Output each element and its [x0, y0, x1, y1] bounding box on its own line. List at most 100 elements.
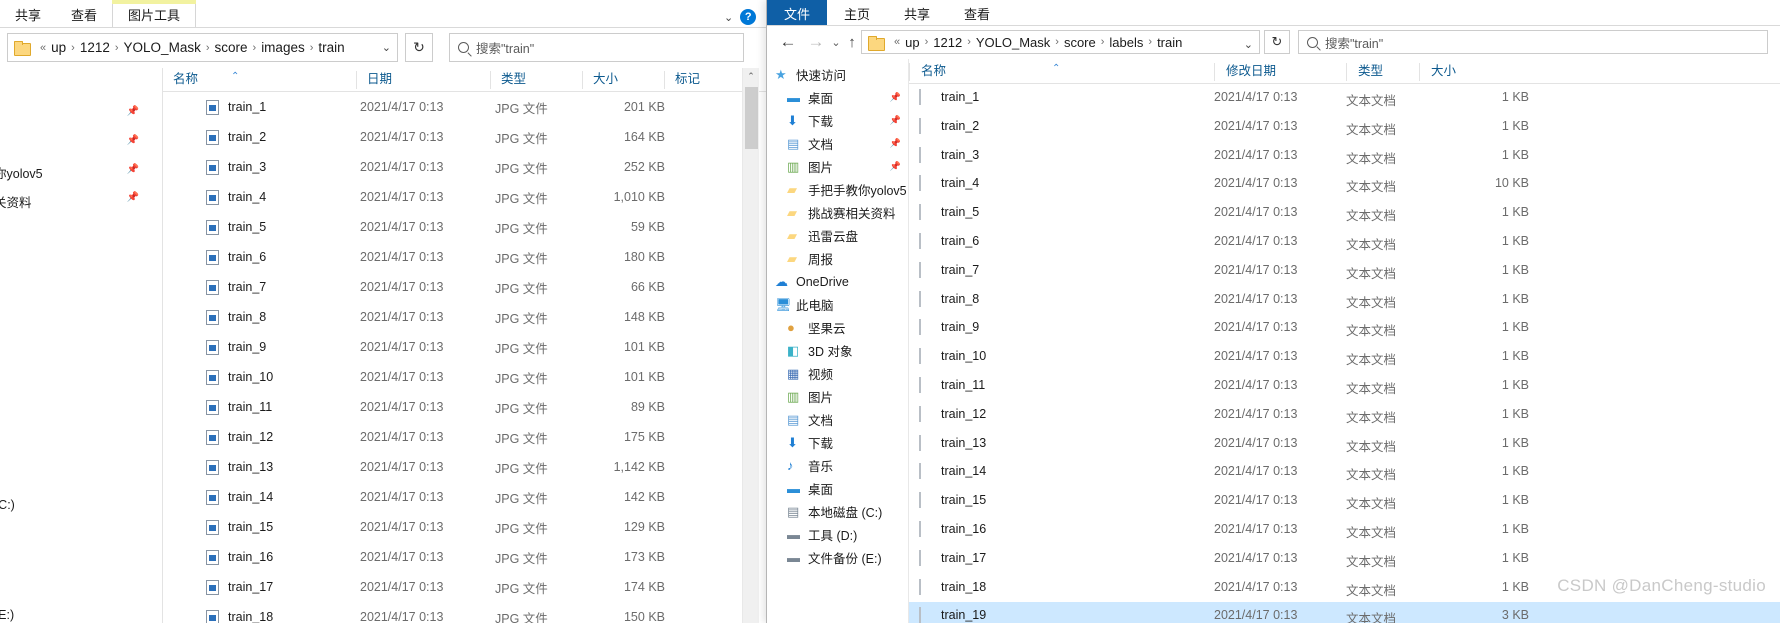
sidebar-item-下载[interactable]: ⬇ 下载	[767, 433, 908, 452]
breadcrumb-yolo-mask[interactable]: YOLO_Mask	[124, 40, 201, 55]
table-row[interactable]: train_8 2021/4/17 0:13 文本文档 1 KB	[909, 286, 1780, 315]
table-row[interactable]: train_2 2021/4/17 0:13 文本文档 1 KB	[909, 113, 1780, 142]
table-row[interactable]: train_1 2021/4/17 0:13 JPG 文件 201 KB	[162, 92, 742, 122]
table-row[interactable]: train_15 2021/4/17 0:13 文本文档 1 KB	[909, 487, 1780, 516]
breadcrumb-train[interactable]: train	[318, 40, 344, 55]
table-row[interactable]: train_16 2021/4/17 0:13 JPG 文件 173 KB	[162, 542, 742, 572]
table-row[interactable]: train_5 2021/4/17 0:13 JPG 文件 59 KB	[162, 212, 742, 242]
sidebar-item-3D 对象[interactable]: ◧ 3D 对象	[767, 341, 908, 360]
breadcrumb-1212[interactable]: 1212	[80, 40, 110, 55]
breadcrumb-labels[interactable]: labels	[1109, 35, 1143, 50]
table-row[interactable]: train_12 2021/4/17 0:13 文本文档 1 KB	[909, 401, 1780, 430]
table-row[interactable]: train_3 2021/4/17 0:13 JPG 文件 252 KB	[162, 152, 742, 182]
table-row[interactable]: train_16 2021/4/17 0:13 文本文档 1 KB	[909, 516, 1780, 545]
table-row[interactable]: train_11 2021/4/17 0:13 JPG 文件 89 KB	[162, 392, 742, 422]
sidebar-item-图片[interactable]: ▥ 图片 📌	[767, 157, 908, 176]
left-column-header-1[interactable]: 日期	[356, 71, 490, 89]
table-row[interactable]: train_14 2021/4/17 0:13 JPG 文件 142 KB	[162, 482, 742, 512]
pin-icon[interactable]: 📌	[127, 135, 139, 146]
right-column-header-2[interactable]: 类型	[1346, 63, 1419, 81]
table-row[interactable]: train_6 2021/4/17 0:13 JPG 文件 180 KB	[162, 242, 742, 272]
sidebar-item-此电脑[interactable]: 🖥 此电脑	[767, 295, 908, 314]
sidebar-item-本地磁盘 (C:)[interactable]: ▤ 本地磁盘 (C:)	[767, 502, 908, 521]
breadcrumb-1212[interactable]: 1212	[933, 35, 962, 50]
sidebar-item-快速访问[interactable]: ★ 快速访问	[767, 65, 908, 84]
left-scrollbar[interactable]: ⌃	[742, 68, 759, 623]
pin-icon[interactable]: 📌	[127, 192, 139, 203]
left-column-header-2[interactable]: 类型	[490, 71, 582, 89]
table-row[interactable]: train_10 2021/4/17 0:13 JPG 文件 101 KB	[162, 362, 742, 392]
left-address-box[interactable]: « up › 1212 › YOLO_Mask › score › images…	[7, 33, 398, 62]
scrollbar-thumb[interactable]	[745, 87, 758, 149]
left-column-header-0[interactable]: 名称 ⌃	[162, 71, 356, 89]
breadcrumb-up[interactable]: up	[905, 35, 919, 50]
table-row[interactable]: train_9 2021/4/17 0:13 JPG 文件 101 KB	[162, 332, 742, 362]
tab-file[interactable]: 文件	[767, 0, 828, 26]
left-sidebar-item-3[interactable]: (E:)	[0, 608, 14, 622]
tab-picture-tools[interactable]: 图片工具	[112, 0, 197, 28]
breadcrumb-yolo-mask[interactable]: YOLO_Mask	[976, 35, 1050, 50]
right-file-list[interactable]: train_1 2021/4/17 0:13 文本文档 1 KB train_2 2021…	[909, 84, 1780, 623]
table-row[interactable]: train_9 2021/4/17 0:13 文本文档 1 KB	[909, 314, 1780, 343]
table-row[interactable]: train_17 2021/4/17 0:13 JPG 文件 174 KB	[162, 572, 742, 602]
back-button[interactable]: ←	[777, 31, 799, 53]
pin-icon[interactable]: 📌	[127, 106, 139, 117]
left-column-header-3[interactable]: 大小	[582, 71, 664, 89]
tab-view[interactable]: 查看	[947, 0, 1007, 26]
sidebar-item-图片[interactable]: ▥ 图片	[767, 387, 908, 406]
sidebar-item-工具 (D:)[interactable]: ▬ 工具 (D:)	[767, 525, 908, 544]
table-row[interactable]: train_1 2021/4/17 0:13 文本文档 1 KB	[909, 84, 1780, 113]
sidebar-item-文档[interactable]: ▤ 文档	[767, 410, 908, 429]
sidebar-item-下载[interactable]: ⬇ 下载 📌	[767, 111, 908, 130]
tab-home[interactable]: 主页	[827, 0, 887, 26]
table-row[interactable]: train_11 2021/4/17 0:13 文本文档 1 KB	[909, 372, 1780, 401]
sidebar-item-桌面[interactable]: ▬ 桌面 📌	[767, 88, 908, 107]
sidebar-item-文档[interactable]: ▤ 文档 📌	[767, 134, 908, 153]
left-sidebar-item-2[interactable]: (C:)	[0, 498, 15, 512]
sidebar-item-挑战赛相关资料[interactable]: ▰ 挑战赛相关资料	[767, 203, 908, 222]
pin-icon[interactable]: 📌	[890, 115, 901, 126]
chevron-down-icon[interactable]: ⌄	[1244, 31, 1253, 58]
sidebar-item-迅雷云盘[interactable]: ▰ 迅雷云盘	[767, 226, 908, 245]
tab-share[interactable]: 共享	[887, 0, 947, 26]
left-sidebar-item-0[interactable]: 你yolov5	[0, 163, 43, 182]
sidebar-item-桌面[interactable]: ▬ 桌面	[767, 479, 908, 498]
sidebar-item-坚果云[interactable]: ● 坚果云	[767, 318, 908, 337]
chevron-down-icon[interactable]: ⌄	[382, 34, 391, 61]
table-row[interactable]: train_19 2021/4/17 0:13 文本文档 3 KB	[909, 602, 1780, 623]
right-column-header-1[interactable]: 修改日期	[1214, 63, 1346, 81]
refresh-button[interactable]: ↻	[1264, 30, 1290, 54]
breadcrumb-train[interactable]: train	[1157, 35, 1182, 50]
table-row[interactable]: train_14 2021/4/17 0:13 文本文档 1 KB	[909, 458, 1780, 487]
tab-share[interactable]: 共享	[0, 4, 56, 28]
table-row[interactable]: train_5 2021/4/17 0:13 文本文档 1 KB	[909, 199, 1780, 228]
breadcrumb-score[interactable]: score	[1064, 35, 1096, 50]
right-search-input[interactable]: 搜索"train"	[1298, 30, 1768, 54]
pin-icon[interactable]: 📌	[127, 164, 139, 175]
table-row[interactable]: train_13 2021/4/17 0:13 文本文档 1 KB	[909, 430, 1780, 459]
table-row[interactable]: train_4 2021/4/17 0:13 文本文档 10 KB	[909, 170, 1780, 199]
table-row[interactable]: train_12 2021/4/17 0:13 JPG 文件 175 KB	[162, 422, 742, 452]
sidebar-item-视频[interactable]: ▦ 视频	[767, 364, 908, 383]
pin-icon[interactable]: 📌	[890, 161, 901, 172]
breadcrumb-score[interactable]: score	[215, 40, 248, 55]
refresh-button[interactable]: ↻	[405, 33, 433, 62]
right-address-box[interactable]: « up › 1212 › YOLO_Mask › score › labels…	[861, 30, 1260, 54]
sidebar-item-手把手教你yolov5[interactable]: ▰ 手把手教你yolov5	[767, 180, 908, 199]
right-column-header-0[interactable]: 名称 ⌃	[909, 63, 1214, 81]
chevron-down-icon[interactable]: ⌄	[724, 11, 733, 24]
table-row[interactable]: train_8 2021/4/17 0:13 JPG 文件 148 KB	[162, 302, 742, 332]
up-button[interactable]: ↑	[841, 31, 863, 53]
pin-icon[interactable]: 📌	[890, 138, 901, 149]
table-row[interactable]: train_10 2021/4/17 0:13 文本文档 1 KB	[909, 343, 1780, 372]
sidebar-item-文件备份 (E:)[interactable]: ▬ 文件备份 (E:)	[767, 548, 908, 567]
table-row[interactable]: train_7 2021/4/17 0:13 JPG 文件 66 KB	[162, 272, 742, 302]
sidebar-item-音乐[interactable]: ♪ 音乐	[767, 456, 908, 475]
table-row[interactable]: train_4 2021/4/17 0:13 JPG 文件 1,010 KB	[162, 182, 742, 212]
right-column-header-3[interactable]: 大小	[1419, 63, 1529, 81]
breadcrumb-images[interactable]: images	[261, 40, 305, 55]
left-sidebar-item-1[interactable]: 关资料	[0, 192, 32, 211]
left-search-input[interactable]: 搜索"train"	[449, 33, 744, 62]
help-icon[interactable]: ?	[740, 9, 757, 25]
table-row[interactable]: train_2 2021/4/17 0:13 JPG 文件 164 KB	[162, 122, 742, 152]
